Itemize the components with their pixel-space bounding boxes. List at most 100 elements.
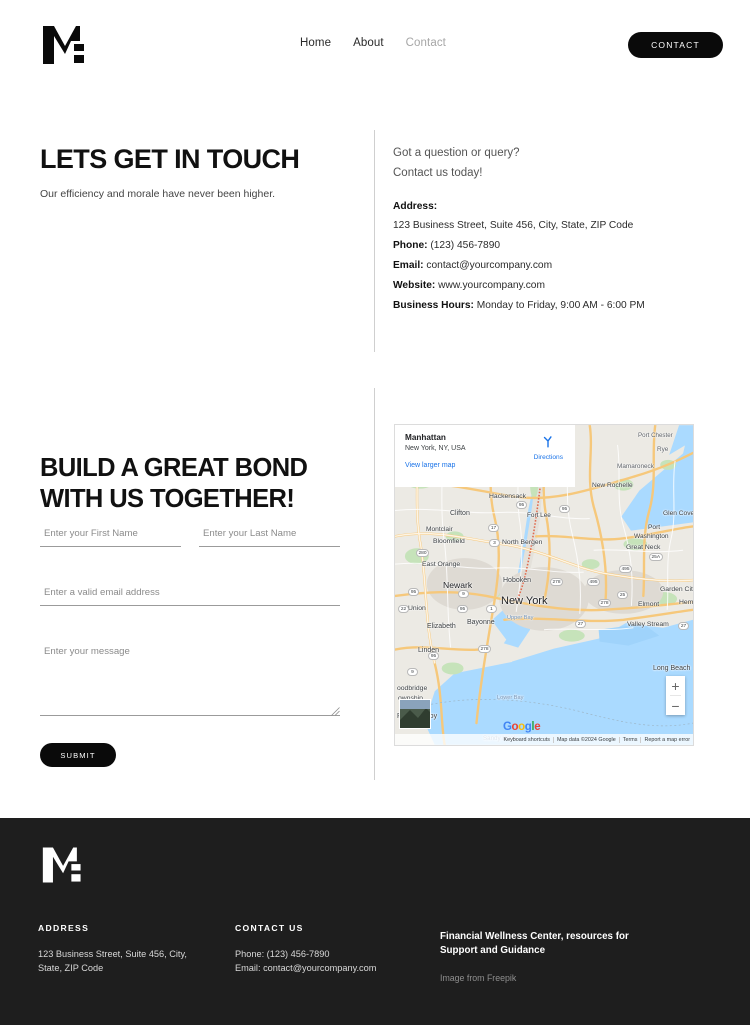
footer-headline: Financial Wellness Center, resources for… bbox=[440, 930, 720, 958]
contact-info-block: Got a question or query? Contact us toda… bbox=[393, 144, 703, 316]
nav-item-home[interactable]: Home bbox=[300, 37, 331, 49]
highway-shield: 495 bbox=[619, 565, 633, 573]
first-name-input[interactable] bbox=[40, 528, 181, 547]
highway-shield: 495 bbox=[587, 578, 601, 586]
credit-source[interactable]: Freepik bbox=[487, 973, 516, 983]
highway-shield: 25A bbox=[649, 553, 663, 561]
nav-item-contact[interactable]: Contact bbox=[406, 37, 446, 49]
map-label: Garden City bbox=[660, 586, 694, 593]
footer-contact-column: CONTACT US Phone: (123) 456-7890 Email: … bbox=[235, 923, 425, 976]
page-root: Home About Contact CONTACT LETS GET IN T… bbox=[0, 0, 750, 1025]
hours-row: Business Hours: Monday to Friday, 9:00 A… bbox=[393, 296, 703, 316]
footer-brand-logo-icon[interactable] bbox=[41, 845, 87, 885]
footer-image-credit: Image from Freepik bbox=[440, 973, 720, 983]
google-map[interactable]: Port Chester Rye Mamaroneck New Rochelle Hac… bbox=[394, 424, 694, 746]
map-label: New Rochelle bbox=[592, 482, 633, 489]
email-value: contact@yourcompany.com bbox=[426, 260, 553, 272]
footer-headline-column: Financial Wellness Center, resources for… bbox=[440, 930, 720, 983]
hours-label: Business Hours: bbox=[393, 299, 474, 311]
map-label: Hackensack bbox=[489, 493, 527, 500]
map-label: Lower Bay bbox=[497, 695, 524, 701]
highway-shield: 25 bbox=[617, 591, 628, 599]
email-input[interactable] bbox=[40, 587, 340, 606]
submit-button[interactable]: SUBMIT bbox=[40, 743, 116, 767]
map-attribution-item[interactable]: Terms bbox=[618, 736, 641, 743]
map-label: Elmont bbox=[638, 601, 660, 608]
map-label: Clifton bbox=[450, 510, 470, 517]
map-attribution-item[interactable]: Report a map error bbox=[640, 736, 693, 743]
map-label: North Bergen bbox=[502, 539, 543, 546]
website-value: www.yourcompany.com bbox=[438, 280, 545, 292]
map-info-card[interactable]: Manhattan New York, NY, USA View larger … bbox=[395, 425, 575, 487]
map-directions-button[interactable]: Directions bbox=[534, 434, 563, 461]
highway-shield: 27 bbox=[678, 622, 689, 630]
form-heading-line1: BUILD A GREAT BOND bbox=[40, 454, 308, 482]
footer-address-heading: ADDRESS bbox=[38, 923, 90, 933]
last-name-input[interactable] bbox=[199, 528, 340, 547]
site-header: Home About Contact CONTACT bbox=[0, 0, 750, 90]
highway-shield: 278 bbox=[478, 645, 492, 653]
map-attribution-item[interactable]: Keyboard shortcuts bbox=[500, 737, 552, 743]
map-label: Port Chester bbox=[638, 432, 673, 439]
address-value: 123 Business Street, Suite 456, City, St… bbox=[393, 220, 634, 232]
zoom-in-button[interactable]: + bbox=[666, 676, 685, 695]
highway-shield: 22 bbox=[398, 605, 409, 613]
map-label: Upper Bay bbox=[507, 615, 534, 621]
message-textarea[interactable] bbox=[40, 646, 340, 716]
hours-value: Monday to Friday, 9:00 AM - 6:00 PM bbox=[476, 299, 645, 311]
highway-shield: 95 bbox=[516, 501, 527, 509]
map-attribution: Keyboard shortcuts Map data ©2024 Google T… bbox=[395, 734, 693, 745]
map-label: New York bbox=[501, 595, 548, 607]
map-label: Rye bbox=[657, 446, 669, 453]
directions-icon bbox=[544, 436, 552, 448]
contact-lead-line2: Contact us today! bbox=[393, 166, 483, 179]
map-label: Great Neck bbox=[626, 544, 661, 551]
header-contact-button[interactable]: CONTACT bbox=[628, 32, 723, 58]
highway-shield: 95 bbox=[428, 652, 439, 660]
map-label: Elizabeth bbox=[427, 623, 456, 630]
map-label: Long Beach bbox=[653, 665, 691, 672]
nav-item-about[interactable]: About bbox=[353, 37, 384, 49]
highway-shield: 95 bbox=[457, 605, 468, 613]
brand-logo-icon[interactable] bbox=[41, 24, 91, 66]
street-view-thumbnail[interactable] bbox=[399, 699, 431, 729]
map-label: oodbridge bbox=[397, 685, 428, 692]
map-label: Washington bbox=[634, 533, 669, 540]
highway-shield: 278 bbox=[550, 578, 564, 586]
form-heading: BUILD A GREAT BOND WITH US TOGETHER! bbox=[40, 453, 360, 514]
map-label: Fort Lee bbox=[527, 512, 551, 519]
footer-contact-email: Email: contact@yourcompany.com bbox=[235, 963, 377, 974]
contact-lead-line1: Got a question or query? bbox=[393, 147, 520, 159]
phone-row: Phone: (123) 456-7890 bbox=[393, 236, 703, 256]
footer-address-line1: 123 Business Street, Suite 456, City, bbox=[38, 949, 187, 959]
map-label: East Orange bbox=[422, 561, 461, 568]
highway-shield: 9 bbox=[407, 668, 418, 676]
map-zoom-controls[interactable]: + − bbox=[666, 676, 685, 715]
directions-label: Directions bbox=[533, 454, 563, 461]
page-subtitle: Our efficiency and morale have never bee… bbox=[40, 188, 276, 200]
map-label: Hemp bbox=[679, 599, 694, 606]
map-label: Glen Cove bbox=[663, 510, 694, 517]
map-attribution-item[interactable]: Map data ©2024 Google bbox=[552, 736, 619, 743]
map-label: Newark bbox=[443, 580, 473, 590]
contact-lead: Got a question or query? Contact us toda… bbox=[393, 144, 703, 184]
website-label: Website: bbox=[393, 280, 436, 292]
view-larger-map-link[interactable]: View larger map bbox=[405, 462, 565, 469]
map-label: Union bbox=[408, 605, 426, 612]
vertical-divider-bottom bbox=[374, 388, 375, 780]
google-logo: Google bbox=[503, 721, 541, 733]
highway-shield: 9 bbox=[458, 590, 469, 598]
map-label: Mamaroneck bbox=[617, 463, 654, 470]
contact-form: SUBMIT bbox=[40, 528, 340, 767]
zoom-out-button[interactable]: − bbox=[666, 696, 685, 715]
map-label: Port bbox=[648, 524, 661, 531]
footer-contact-heading: CONTACT US bbox=[235, 923, 304, 933]
phone-value: (123) 456-7890 bbox=[430, 240, 501, 252]
get-in-touch-section: LETS GET IN TOUCH Our efficiency and mor… bbox=[0, 118, 750, 388]
footer-address-column: ADDRESS 123 Business Street, Suite 456, … bbox=[38, 923, 218, 976]
highway-shield: 280 bbox=[416, 549, 430, 557]
email-label: Email: bbox=[393, 260, 424, 272]
map-label: Montclair bbox=[426, 526, 453, 533]
highway-shield: 17 bbox=[488, 524, 499, 532]
map-label: Valley Stream bbox=[627, 621, 669, 628]
